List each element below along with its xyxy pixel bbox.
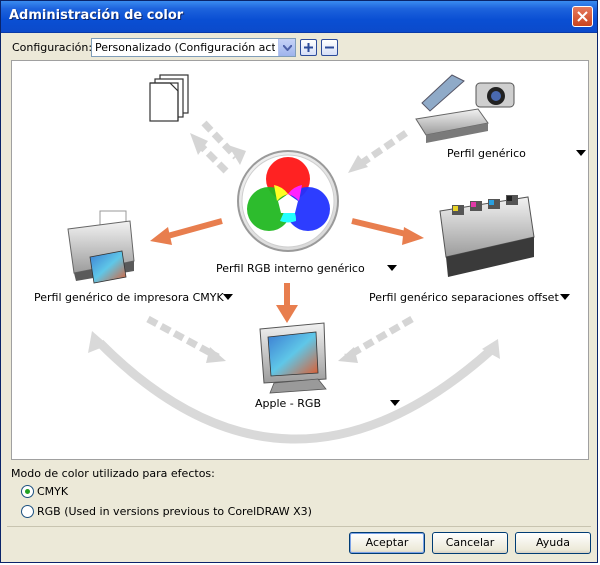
footer-divider (7, 526, 591, 527)
offset-press-icon (439, 195, 535, 277)
minus-icon (325, 46, 334, 49)
title-bar[interactable]: Administración de color (1, 1, 597, 33)
rgb-to-printer-arrow (163, 218, 223, 240)
monitor-profile-dropdown-arrow[interactable] (390, 400, 400, 406)
chevron-down-icon[interactable] (278, 39, 295, 56)
window-title: Administración de color (9, 8, 184, 23)
close-icon (577, 11, 588, 22)
monitor-icon (259, 322, 327, 394)
documents-icon (149, 74, 189, 122)
generic-profile-dropdown-arrow[interactable] (576, 150, 586, 156)
doc-to-rgb-arrow (201, 120, 239, 160)
help-button[interactable]: Ayuda (515, 532, 591, 554)
offset-profile-dropdown-arrow[interactable] (560, 294, 570, 300)
color-flow-diagram: Perfil genérico Perfil RGB interno genér… (11, 60, 589, 460)
scanner-camera-icon (415, 74, 515, 143)
radio-cmyk-label: CMYK (37, 485, 69, 498)
printer-profile-label: Perfil genérico de impresora CMYK (34, 291, 224, 304)
radio-cmyk-button[interactable] (21, 485, 34, 498)
ok-button[interactable]: Aceptar (349, 532, 425, 554)
add-preset-button[interactable] (300, 39, 317, 56)
rgb-profile-dropdown-arrow[interactable] (387, 265, 397, 271)
radio-rgb-label: RGB (Used in versions previous to CorelD… (37, 505, 312, 518)
printer-to-monitor-arrow (146, 315, 220, 361)
configuration-select-value: Personalizado (Configuración act... (95, 41, 275, 54)
configuration-select[interactable]: Personalizado (Configuración act... (91, 38, 296, 57)
offset-to-monitor-arrow (344, 315, 414, 361)
radio-selected-dot (25, 489, 30, 494)
close-button[interactable] (572, 6, 593, 27)
configuration-label: Configuración: (12, 41, 93, 54)
printer-profile-dropdown-arrow[interactable] (223, 294, 233, 300)
remove-preset-button[interactable] (321, 39, 338, 56)
color-mode-label: Modo de color utilizado para efectos: (11, 467, 215, 480)
rgb-profile-label: Perfil RGB interno genérico (216, 262, 365, 275)
printer-icon (67, 210, 135, 284)
offset-profile-label: Perfil genérico separaciones offset (369, 291, 559, 304)
rgb-to-offset-arrow (351, 218, 411, 238)
monitor-profile-label: Apple - RGB (255, 397, 321, 410)
radio-rgb-button[interactable] (21, 505, 34, 518)
plus-icon (304, 43, 313, 52)
color-management-dialog: Administración de color Configuración: P… (0, 0, 598, 563)
generic-profile-label: Perfil genérico (447, 147, 526, 160)
configuration-row: Configuración: Personalizado (Configurac… (1, 32, 597, 60)
cancel-button[interactable]: Cancelar (432, 532, 508, 554)
